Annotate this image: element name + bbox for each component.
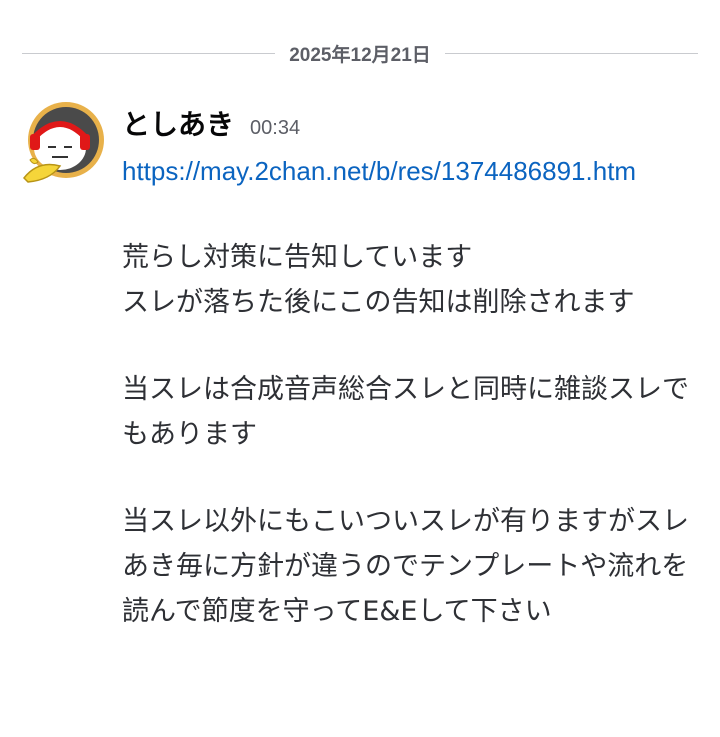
message-content: としあき 00:34 https://may.2chan.net/b/res/1… (122, 100, 708, 634)
message-line: スレが落ちた後にこの告知は削除されます (122, 287, 635, 318)
date-label: 2025年12月21日 (289, 44, 431, 66)
avatar[interactable] (20, 100, 112, 192)
message-header: としあき 00:34 (122, 100, 708, 150)
message-line: 当スレ以外にもこいついスレが有りますがスレあき毎に方針が違うのでテンプレートや流… (122, 506, 689, 627)
message-link[interactable]: https://may.2chan.net/b/res/1374486891.h… (122, 150, 662, 193)
banana-ghost-avatar-icon (23, 102, 104, 183)
date-divider: 2025年12月21日 (22, 36, 699, 70)
author-name[interactable]: としあき (122, 100, 234, 150)
divider-line-right (444, 52, 699, 54)
divider-line-left (22, 52, 276, 54)
message-timestamp: 00:34 (250, 117, 301, 139)
message-line: 荒らし対策に告知しています (122, 242, 473, 273)
message-line: 当スレは合成音声総合スレと同時に雑談スレでもあります (122, 374, 689, 450)
